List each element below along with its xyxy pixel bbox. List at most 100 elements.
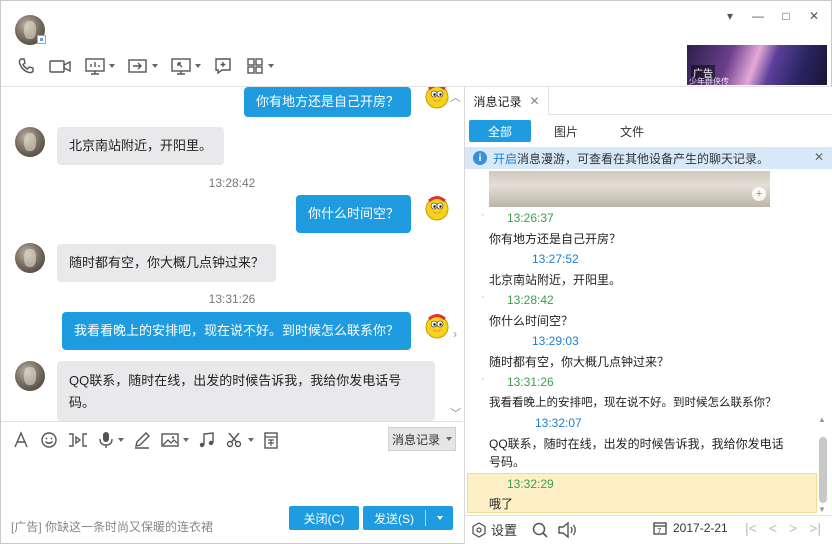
history-bottom-bar: 设置 7 2017-2-21 |< < > >| bbox=[465, 515, 832, 543]
history-message-text: QQ联系，随时在线，出发的时候告诉我，我给你发电话号码。 bbox=[489, 437, 784, 469]
first-page-icon[interactable]: |< bbox=[745, 520, 757, 536]
filter-images[interactable]: 图片 bbox=[535, 120, 597, 142]
microphone-icon bbox=[99, 431, 113, 448]
history-message-text: 我看看晚上的安排吧，现在说不好。到时候怎么联系你？ bbox=[489, 397, 777, 409]
outgoing-message-bubble[interactable]: 你什么时间空？ bbox=[296, 195, 412, 233]
emoji-icon[interactable] bbox=[39, 430, 59, 450]
chevron-down-icon bbox=[183, 437, 189, 442]
chat-window: ▾ — □ ✕ 广告 少年群侠传 你有地方还是自己开房？ ︿ 北京南站附近，开阳… bbox=[0, 0, 832, 544]
bottom-ad-link[interactable]: [广告] 你缺这一条时尚又保暖的连衣裙 bbox=[11, 518, 213, 535]
history-message-text: 北京南站附近，开阳里。 bbox=[489, 273, 622, 287]
collapse-panel-icon[interactable]: › bbox=[453, 327, 457, 341]
history-scrollbar[interactable] bbox=[819, 437, 827, 503]
contact-avatar-small[interactable] bbox=[15, 243, 45, 273]
settings-button[interactable]: 设置 bbox=[471, 520, 517, 539]
music-icon[interactable] bbox=[197, 430, 217, 450]
transfer-file-button[interactable] bbox=[124, 55, 161, 77]
voice-message-button[interactable] bbox=[97, 430, 124, 450]
scroll-down-icon[interactable]: ▼ bbox=[818, 505, 826, 514]
my-avatar-icon[interactable] bbox=[423, 195, 451, 223]
scissors-icon bbox=[226, 432, 242, 447]
history-timestamp: 13:28:42 bbox=[507, 293, 554, 307]
screenshot-button[interactable] bbox=[225, 430, 254, 450]
chevron-down-icon bbox=[152, 64, 158, 68]
timestamp-separator: 13:31:26 bbox=[208, 292, 256, 306]
chat-toolbar bbox=[13, 55, 277, 77]
incoming-message-bubble[interactable]: QQ联系，随时在线，出发的时候告诉我，我给你发电话号码。 bbox=[57, 361, 435, 421]
close-button[interactable]: 关闭(C) bbox=[289, 506, 359, 530]
calendar-icon: 7 bbox=[653, 522, 667, 535]
search-icon[interactable] bbox=[531, 521, 549, 539]
history-message-text: 你有地方还是自己开房？ bbox=[489, 232, 622, 246]
enable-roaming-link[interactable]: 开启 bbox=[493, 150, 517, 167]
apps-button[interactable] bbox=[242, 55, 277, 77]
ad-banner[interactable]: 广告 少年群侠传 bbox=[687, 45, 827, 85]
send-button[interactable]: 发送(S) bbox=[363, 506, 453, 530]
history-image-thumbnail[interactable]: + bbox=[489, 171, 770, 207]
last-page-icon[interactable]: >| bbox=[809, 520, 821, 536]
minimize-button[interactable]: — bbox=[751, 9, 765, 23]
filter-all[interactable]: 全部 bbox=[469, 120, 531, 142]
video-message-icon[interactable] bbox=[67, 430, 89, 450]
window-header: ▾ — □ ✕ 广告 少年群侠传 bbox=[1, 1, 831, 87]
current-date: 2017-2-21 bbox=[673, 521, 728, 535]
message-history-button[interactable]: 消息记录 bbox=[388, 427, 456, 451]
message-input[interactable] bbox=[1, 457, 463, 505]
scroll-up-icon[interactable]: ▲ bbox=[818, 415, 826, 424]
chevron-down-icon bbox=[118, 437, 124, 442]
sender-placeholder: · bbox=[481, 291, 485, 303]
my-avatar-icon[interactable] bbox=[423, 313, 451, 341]
voice-call-button[interactable] bbox=[13, 55, 39, 77]
history-message-text: 随时都有空，你大概几点钟过来？ bbox=[489, 355, 670, 369]
prev-page-icon[interactable]: < bbox=[769, 520, 777, 536]
close-icon[interactable]: ✕ bbox=[814, 150, 824, 164]
app-grid-icon bbox=[247, 58, 263, 74]
font-icon[interactable] bbox=[11, 430, 31, 450]
send-image-button[interactable] bbox=[160, 430, 189, 450]
settings-label: 设置 bbox=[491, 523, 518, 538]
scroll-up-icon[interactable]: ︿ bbox=[450, 89, 461, 105]
incoming-message-bubble[interactable]: 随时都有空，你大概几点钟过来？ bbox=[57, 244, 277, 282]
tab-label: 消息记录 bbox=[473, 94, 522, 109]
online-status-icon bbox=[37, 35, 46, 44]
scroll-down-icon[interactable]: ﹀ bbox=[450, 405, 461, 421]
maximize-button[interactable]: □ bbox=[779, 9, 793, 23]
roaming-notice-text: 消息漫游，可查看在其他设备产生的聊天记录。 bbox=[517, 151, 770, 166]
close-icon[interactable]: ✕ bbox=[529, 94, 539, 108]
contact-avatar-small[interactable] bbox=[15, 127, 45, 157]
close-window-button[interactable]: ✕ bbox=[807, 9, 821, 23]
red-packet-icon[interactable] bbox=[262, 430, 280, 450]
gear-icon bbox=[472, 521, 486, 538]
window-controls: ▾ — □ ✕ bbox=[723, 9, 821, 23]
history-timestamp: 13:31:26 bbox=[507, 375, 554, 389]
contact-avatar-small[interactable] bbox=[15, 361, 45, 391]
message-history-label: 消息记录 bbox=[391, 432, 440, 447]
video-call-button[interactable] bbox=[45, 55, 75, 77]
message-history-panel: 消息记录 ✕ 全部 图片 文件 i 开启 消息漫游，可查看在其他设备产生的聊天记… bbox=[464, 87, 832, 544]
remote-desktop-button[interactable] bbox=[167, 55, 204, 77]
menu-dropdown-icon[interactable]: ▾ bbox=[723, 9, 737, 23]
chat-message-area[interactable]: 你有地方还是自己开房？ ︿ 北京南站附近，开阳里。 13:28:42 你什么时间… bbox=[1, 87, 463, 421]
next-page-icon[interactable]: > bbox=[789, 520, 797, 536]
history-timestamp: 13:29:03 bbox=[532, 334, 579, 348]
outgoing-message-bubble[interactable]: 你有地方还是自己开房？ bbox=[244, 87, 412, 117]
filter-files[interactable]: 文件 bbox=[601, 120, 663, 142]
pen-icon[interactable] bbox=[132, 430, 152, 450]
incoming-message-bubble[interactable]: 北京南站附近，开阳里。 bbox=[57, 127, 225, 165]
chevron-down-icon bbox=[195, 64, 201, 68]
my-avatar-icon[interactable] bbox=[423, 87, 451, 111]
svg-text:7: 7 bbox=[657, 527, 661, 535]
transfer-file-icon bbox=[128, 59, 147, 73]
outgoing-message-bubble[interactable]: 我看看晚上的安排吧，现在说不好。到时候怎么联系你？ bbox=[62, 312, 412, 350]
date-picker[interactable]: 7 2017-2-21 bbox=[653, 521, 728, 535]
send-options-dropdown[interactable] bbox=[426, 516, 453, 520]
history-message-text: 哦了 bbox=[489, 497, 514, 511]
roaming-notice: i 开启 消息漫游，可查看在其他设备产生的聊天记录。 ✕ bbox=[465, 147, 832, 169]
screen-share-button[interactable] bbox=[81, 55, 118, 77]
tab-message-history[interactable]: 消息记录 ✕ bbox=[465, 87, 549, 115]
history-message-text: 你什么时间空？ bbox=[489, 314, 574, 328]
add-message-button[interactable] bbox=[210, 55, 236, 77]
zoom-in-icon[interactable]: + bbox=[752, 187, 766, 201]
speaker-icon[interactable] bbox=[557, 521, 579, 539]
chevron-down-icon bbox=[109, 64, 115, 68]
